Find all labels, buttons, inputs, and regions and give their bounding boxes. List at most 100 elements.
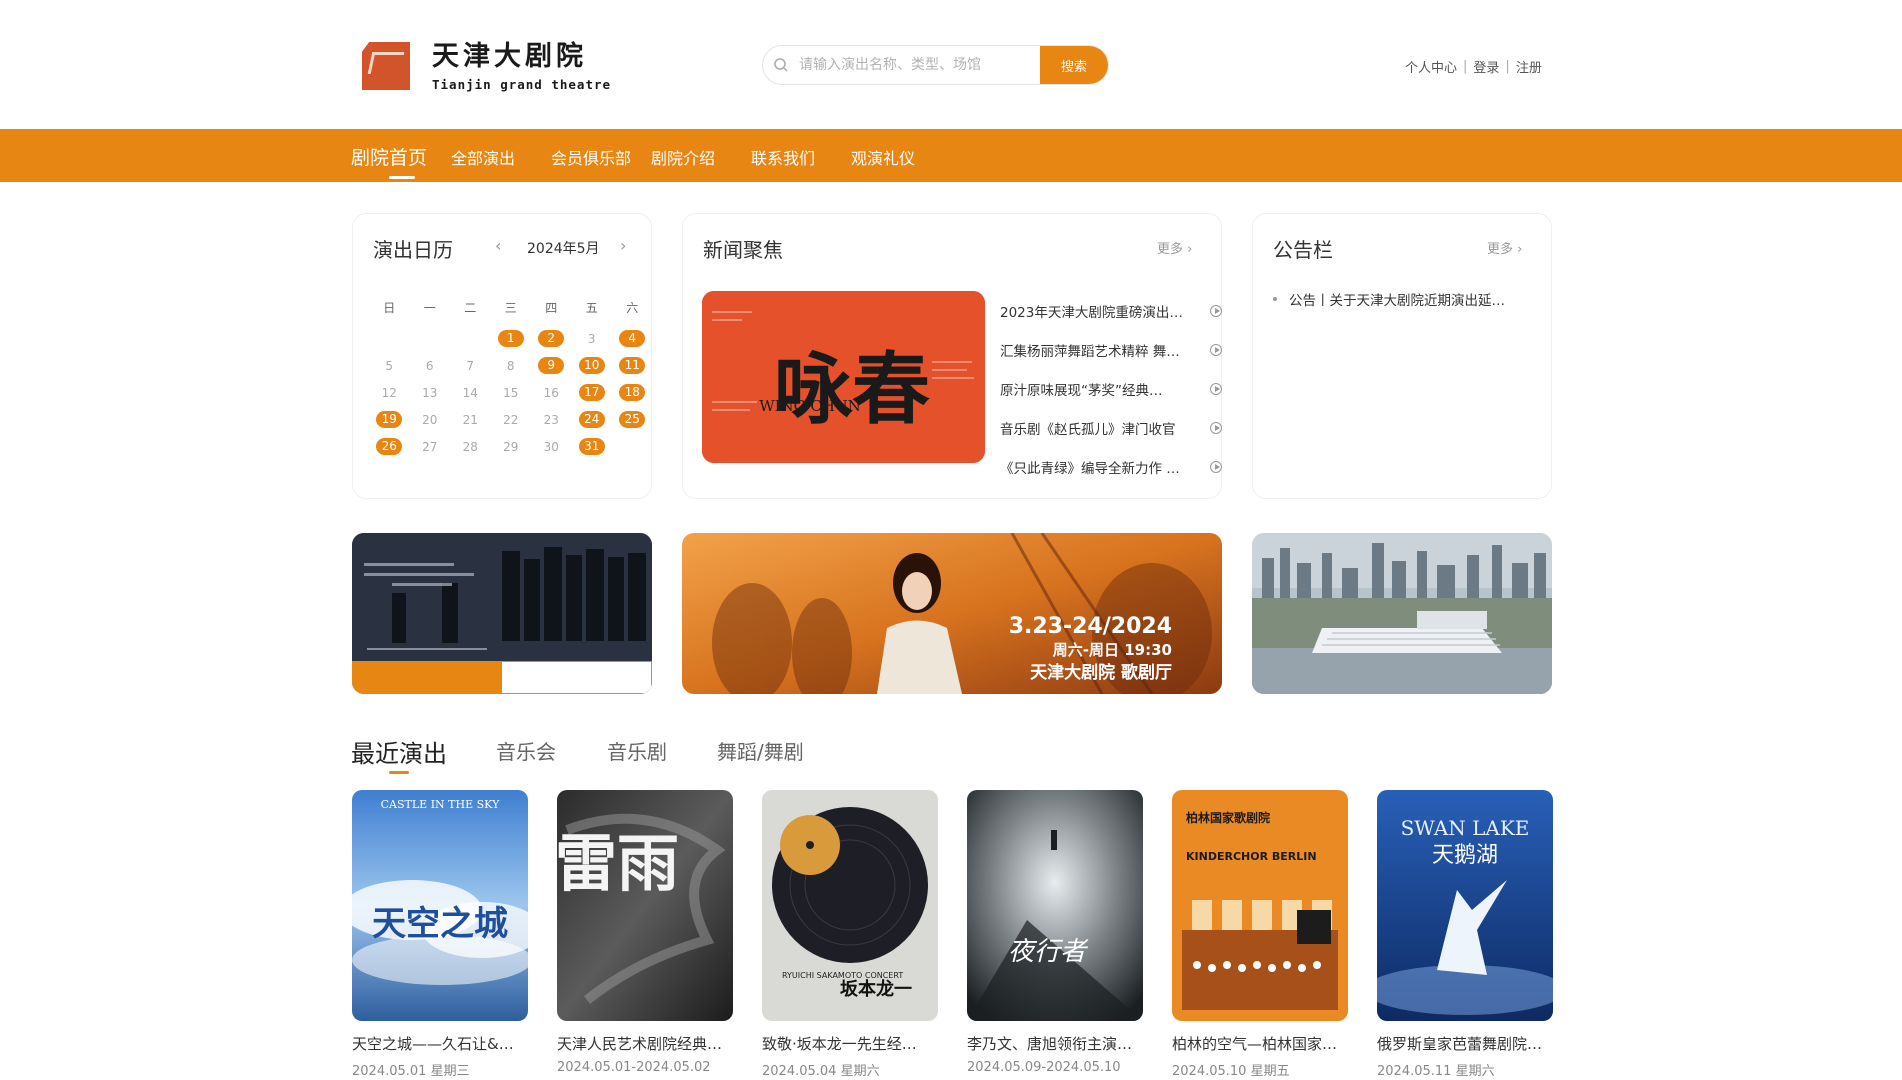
show-title[interactable]: 天津人民艺术剧院经典… (557, 1033, 733, 1054)
show-title[interactable]: 致敬·坂本龙一先生经… (762, 1033, 938, 1054)
calendar-day: 21 (462, 412, 478, 427)
calendar-day-event[interactable]: 1 (497, 330, 524, 347)
calendar-day[interactable]: 2 (531, 330, 572, 347)
calendar-day[interactable]: 26 (369, 438, 410, 455)
news-item[interactable]: 原汁原味展现“茅奖”经典… (1000, 369, 1222, 408)
notice-more-link[interactable]: 更多 › (1487, 238, 1522, 257)
show-title[interactable]: 俄罗斯皇家芭蕾舞剧院… (1377, 1033, 1553, 1054)
banner-left[interactable] (352, 533, 652, 694)
calendar-day-event[interactable]: 26 (376, 438, 403, 455)
calendar-weekday: 三 (504, 301, 517, 315)
next-month-icon[interactable]: › (620, 236, 626, 255)
calendar-day[interactable]: 31 (572, 438, 613, 455)
show-poster[interactable]: 夜行者 (967, 790, 1143, 1021)
search-input[interactable] (799, 46, 1040, 84)
calendar-day: 3 (587, 331, 596, 346)
news-item-title: 原汁原味展现“茅奖”经典… (1000, 382, 1163, 399)
nav-item-contact[interactable]: 联系我们 (751, 145, 815, 169)
calendar-day-event[interactable]: 31 (578, 438, 605, 455)
news-item[interactable]: 《只此青绿》编导全新力作 … (1000, 447, 1222, 486)
play-circle-icon[interactable] (1210, 343, 1222, 356)
calendar-day-event[interactable]: 11 (619, 357, 646, 374)
calendar-day[interactable]: 11 (612, 357, 653, 374)
calendar-day[interactable]: 9 (531, 357, 572, 374)
news-item[interactable]: 音乐剧《赵氏孤儿》津门收官 (1000, 408, 1222, 447)
calendar-day[interactable]: 4 (612, 330, 653, 347)
play-circle-icon[interactable] (1210, 460, 1222, 473)
calendar-day[interactable]: 24 (572, 411, 613, 428)
banner-middle[interactable]: 3.23-24/2024 周六-周日 19:30 天津大剧院 歌剧厅 (682, 533, 1222, 694)
calendar-day[interactable]: 19 (369, 411, 410, 428)
user-center-link[interactable]: 个人中心 (1405, 57, 1457, 76)
show-poster[interactable]: 雷雨 (557, 790, 733, 1021)
svg-text:KINDERCHOR BERLIN: KINDERCHOR BERLIN (1186, 850, 1317, 863)
calendar-day: 15 (503, 385, 519, 400)
tab-recent[interactable]: 最近演出 (351, 734, 447, 769)
tab-concert[interactable]: 音乐会 (496, 736, 556, 765)
calendar-day-event[interactable]: 17 (578, 384, 605, 401)
nav-item-home[interactable]: 剧院首页 (351, 143, 427, 170)
show-card[interactable]: SWAN LAKE 天鹅湖 俄罗斯皇家芭蕾舞剧院… 2024.05.11 星期六 (1377, 790, 1553, 1079)
divider: | (1505, 59, 1510, 74)
calendar-day[interactable]: 10 (572, 357, 613, 374)
news-more-link[interactable]: 更多 › (1157, 238, 1192, 257)
show-poster[interactable]: CASTLE IN THE SKY 天空之城 (352, 790, 528, 1021)
show-title[interactable]: 天空之城——久石让&… (352, 1033, 528, 1054)
notice-item[interactable]: 公告丨关于天津大剧院近期演出延… (1273, 289, 1505, 309)
tab-active-indicator (389, 771, 409, 774)
nav-item-etiquette[interactable]: 观演礼仪 (851, 145, 915, 169)
news-item[interactable]: 2023年天津大剧院重磅演出… (1000, 291, 1222, 330)
show-card[interactable]: CASTLE IN THE SKY 天空之城 天空之城——久石让&… 2024.… (352, 790, 528, 1079)
play-circle-icon[interactable] (1210, 421, 1222, 434)
play-circle-icon[interactable] (1210, 304, 1222, 317)
show-card[interactable]: 柏林国家歌剧院 KINDERCHOR BERLIN 柏林的空气—柏林国家… 20… (1172, 790, 1348, 1079)
calendar-day-event[interactable]: 4 (619, 330, 646, 347)
calendar-day[interactable]: 18 (612, 384, 653, 401)
calendar-day-event[interactable]: 19 (376, 411, 403, 428)
notice-card: 公告栏 更多 › 公告丨关于天津大剧院近期演出延… (1252, 213, 1552, 499)
calendar-day-event[interactable]: 10 (578, 357, 605, 374)
news-item-title: 音乐剧《赵氏孤儿》津门收官 (1000, 421, 1176, 438)
show-card[interactable]: 夜行者 李乃文、唐旭领衔主演… 2024.05.09-2024.05.10 (967, 790, 1143, 1075)
news-image-title: 咏春 (774, 344, 930, 435)
calendar-day-event[interactable]: 9 (538, 357, 565, 374)
calendar-title: 演出日历 (373, 238, 453, 262)
calendar-day[interactable]: 17 (572, 384, 613, 401)
calendar-day-event[interactable]: 24 (578, 411, 605, 428)
nav-item-member-club[interactable]: 会员俱乐部 (551, 145, 631, 169)
news-list: 2023年天津大剧院重磅演出… 汇集杨丽萍舞蹈艺术精粹 舞… 原汁原味展现“茅奖”经… (1000, 291, 1222, 486)
tab-dance[interactable]: 舞蹈/舞剧 (717, 736, 804, 765)
nav-item-about[interactable]: 剧院介绍 (651, 145, 715, 169)
news-card: 新闻聚焦 更多 › 咏春 WING CHUN 2023年天津大剧院重磅演出… 汇集… (682, 213, 1222, 499)
calendar-day: 23 (543, 412, 559, 427)
user-links: 个人中心 | 登录 | 注册 (1405, 57, 1542, 76)
tab-musical[interactable]: 音乐剧 (607, 736, 667, 765)
calendar-month: 2024年5月 (527, 241, 600, 257)
show-title[interactable]: 李乃文、唐旭领衔主演… (967, 1033, 1143, 1054)
login-link[interactable]: 登录 (1473, 57, 1499, 76)
calendar-week-row: 12 3 4 (369, 325, 653, 352)
prev-month-icon[interactable]: ‹ (495, 236, 501, 255)
news-featured-image[interactable]: 咏春 WING CHUN (702, 291, 985, 463)
banner-right[interactable] (1252, 533, 1552, 694)
register-link[interactable]: 注册 (1516, 57, 1542, 76)
search-button[interactable]: 搜索 (1040, 46, 1108, 84)
news-item[interactable]: 汇集杨丽萍舞蹈艺术精粹 舞… (1000, 330, 1222, 369)
calendar-day: 5 (385, 358, 394, 373)
nav-item-all-shows[interactable]: 全部演出 (451, 145, 515, 169)
show-card[interactable]: 雷雨 天津人民艺术剧院经典… 2024.05.01-2024.05.02 (557, 790, 733, 1075)
banner-date: 3.23-24/2024 (1009, 614, 1172, 639)
calendar-day[interactable]: 1 (491, 330, 532, 347)
show-card[interactable]: RYUICHI SAKAMOTO CONCERT 坂本龙一 致敬·坂本龙一先生经… (762, 790, 938, 1079)
show-title[interactable]: 柏林的空气—柏林国家… (1172, 1033, 1348, 1054)
show-poster[interactable]: 柏林国家歌剧院 KINDERCHOR BERLIN (1172, 790, 1348, 1021)
site-logo[interactable]: 天津大剧院 Tianjin grand theatre (362, 38, 627, 94)
calendar-day-event[interactable]: 25 (619, 411, 646, 428)
calendar-day-event[interactable]: 2 (538, 330, 565, 347)
calendar-day-event[interactable]: 18 (619, 384, 646, 401)
show-poster[interactable]: SWAN LAKE 天鹅湖 (1377, 790, 1553, 1021)
calendar-weekday: 一 (423, 301, 436, 315)
calendar-day[interactable]: 25 (612, 411, 653, 428)
show-poster[interactable]: RYUICHI SAKAMOTO CONCERT 坂本龙一 (762, 790, 938, 1021)
play-circle-icon[interactable] (1210, 382, 1222, 395)
